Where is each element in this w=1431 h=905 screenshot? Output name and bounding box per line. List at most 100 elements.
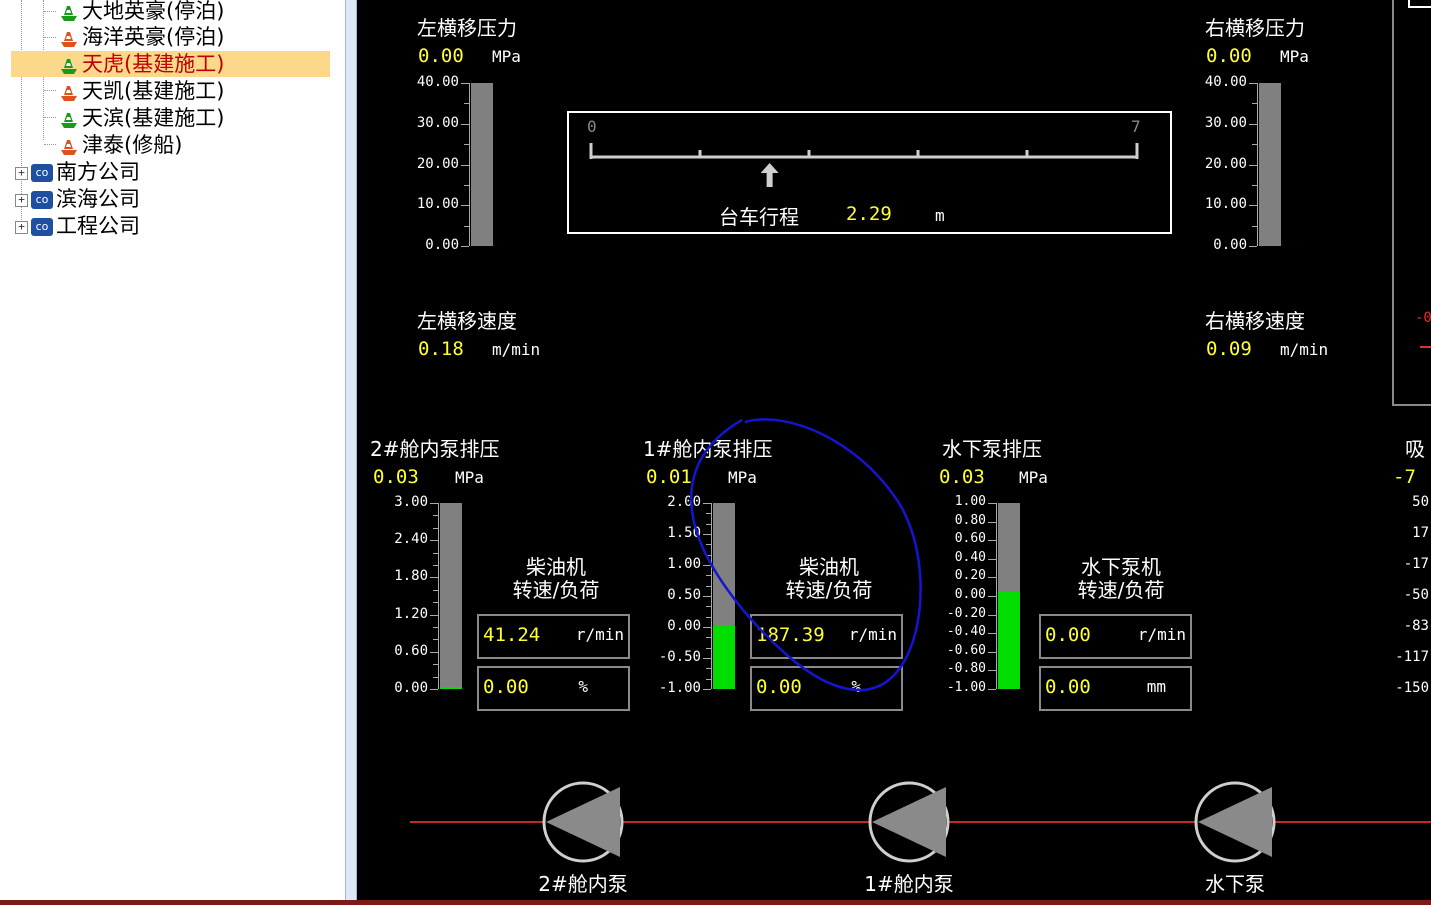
ship-label: 天虎(基建施工) xyxy=(82,52,225,76)
gauge-tick-label: 40.00 xyxy=(1204,74,1247,90)
gauge-bar xyxy=(998,503,1020,689)
gauge-minor-tick xyxy=(433,527,438,529)
suction-label: 吸 xyxy=(1405,437,1425,461)
right-press-value: 0.00 xyxy=(1206,45,1252,67)
gauge-tick-label: 0.00 xyxy=(394,680,428,696)
suction-value: -7 xyxy=(1393,466,1416,488)
gauge-tick-mark xyxy=(988,521,996,523)
gauge-minor-tick xyxy=(433,639,438,641)
gauge-tick-mark xyxy=(1249,83,1257,84)
pump2-engine-title-line1: 柴油机 xyxy=(526,555,586,579)
company-label: 滨海公司 xyxy=(56,187,140,211)
gauge-minor-tick xyxy=(706,606,711,608)
gauge-tick-mark xyxy=(430,614,438,616)
gauge-tick-label: 1.00 xyxy=(954,494,986,509)
gauge-tick-mark xyxy=(461,123,469,125)
tree-item-ship[interactable]: 津泰(修船) xyxy=(58,132,182,158)
gauge-tick-label: 1.50 xyxy=(667,525,701,541)
gauge-minor-tick xyxy=(706,585,711,587)
gauge-axis xyxy=(711,503,712,689)
gauge-minor-tick xyxy=(706,513,711,515)
gauge-minor-tick xyxy=(706,616,711,618)
uw-load-unit: mm xyxy=(1146,677,1166,696)
travel-max-label: 7 xyxy=(1131,117,1141,136)
pump1-name: 1#舱内泵 xyxy=(864,872,954,896)
pump1-speed-box: 187.39 r/min xyxy=(750,614,903,659)
pump1-engine-title-line2: 转速/负荷 xyxy=(785,578,873,602)
gauge-minor-tick xyxy=(706,554,711,556)
gauge-tick-label: 2.40 xyxy=(394,531,428,548)
tree-item-ship-selected[interactable]: 天虎(基建施工) xyxy=(11,51,330,77)
gauge-tick-mark xyxy=(988,577,996,579)
pump1-load-value: 0.00 xyxy=(756,676,802,698)
uw-engine-title-line2: 转速/负荷 xyxy=(1077,578,1165,602)
tree-item-ship[interactable]: 大地英豪(停泊) xyxy=(58,0,224,24)
tree-item-company[interactable]: + co 滨海公司 xyxy=(15,186,140,212)
gauge-tick-label: 2.00 xyxy=(667,494,701,510)
pump1-load-box: 0.00 % xyxy=(750,666,903,711)
expand-icon[interactable]: + xyxy=(15,166,28,180)
gauge-tick-label: 0.80 xyxy=(954,512,986,528)
suction-tick-label: -150 xyxy=(1395,680,1429,696)
gauge-bar-fill xyxy=(1259,244,1281,246)
gauge-tick-label: 40.00 xyxy=(416,74,459,90)
pump2-engine-title: 柴油机 转速/负荷 xyxy=(497,556,615,602)
pump1-icon[interactable] xyxy=(868,781,950,863)
gauge-tick-label: -0.80 xyxy=(946,661,986,677)
gauge-bar xyxy=(440,503,462,689)
tree-item-ship[interactable]: 天凯(基建施工) xyxy=(58,78,224,104)
gauge-minor-tick xyxy=(706,523,711,525)
gauge-minor-tick xyxy=(433,565,438,566)
gauge-minor-tick xyxy=(706,637,711,639)
uw-pump-press-unit: MPa xyxy=(1019,468,1048,487)
tree-item-company[interactable]: + co 工程公司 xyxy=(15,213,140,239)
uw-pump-name: 水下泵 xyxy=(1205,872,1265,896)
tree-item-ship[interactable]: 海洋英豪(停泊) xyxy=(58,24,224,50)
pump2-icon[interactable] xyxy=(542,781,624,863)
gauge-bar-fill xyxy=(998,592,1020,689)
gauge-tick-mark xyxy=(703,534,711,535)
expand-icon[interactable]: + xyxy=(15,220,28,234)
ship-icon xyxy=(61,140,77,155)
uw-load-box: 0.00 mm xyxy=(1039,666,1192,711)
gauge-minor-tick xyxy=(433,664,438,666)
pump1-engine-title-line1: 柴油机 xyxy=(799,555,859,579)
gauge-minor-tick xyxy=(706,575,711,577)
travel-panel: 0 7 台车行程 2.29 m xyxy=(567,111,1172,234)
expand-icon[interactable]: + xyxy=(15,193,28,207)
tree-connector xyxy=(44,90,56,91)
gauge-tick-label: 30.00 xyxy=(1204,114,1247,131)
gauge-minor-tick xyxy=(464,103,469,105)
gauge-tick-mark xyxy=(1249,205,1257,207)
uw-pump-icon[interactable] xyxy=(1194,781,1276,863)
suction-tick-label: -117 xyxy=(1395,649,1429,665)
uw-speed-value: 0.00 xyxy=(1045,624,1091,646)
gauge-bar xyxy=(713,503,735,689)
pump2-name: 2#舱内泵 xyxy=(538,872,628,896)
gauge-bar-fill xyxy=(471,244,493,246)
company-label: 南方公司 xyxy=(56,160,140,184)
pump1-engine-title: 柴油机 转速/负荷 xyxy=(770,556,888,602)
travel-min-label: 0 xyxy=(587,117,597,136)
gauge-tick-label: 0.40 xyxy=(954,549,986,565)
gauge-tick-mark xyxy=(703,627,711,628)
right-press-label: 右横移压力 xyxy=(1205,16,1305,40)
gauge-tick-mark xyxy=(703,658,711,659)
panel-splitter[interactable] xyxy=(345,0,357,905)
gauge-tick-label: 1.20 xyxy=(394,605,428,622)
gauge-tick-mark xyxy=(988,633,996,635)
gauge-tick-label: -1.00 xyxy=(658,680,701,696)
gauge-tick-mark xyxy=(461,164,469,166)
gauge-minor-tick xyxy=(433,515,438,517)
right-speed-value: 0.09 xyxy=(1206,338,1252,360)
gauge-tick-mark xyxy=(1249,246,1257,247)
right-speed-label: 右横移速度 xyxy=(1205,309,1305,333)
suction-tick-label: -83 xyxy=(1403,618,1429,634)
pump2-press-gauge: 3.00 2.40 1.80 1.20 0.60 0.00 xyxy=(365,494,465,696)
pump2-speed-value: 41.24 xyxy=(483,624,541,646)
gauge-tick-mark xyxy=(430,577,438,579)
gauge-bar xyxy=(1259,83,1281,246)
tree-item-ship[interactable]: 天滨(基建施工) xyxy=(58,105,224,131)
scada-monitor-panel: 左横移压力 0.00 MPa 40.00 30.00 20.00 10.00 0.00 … xyxy=(357,0,1431,905)
tree-item-company[interactable]: + co 南方公司 xyxy=(15,159,140,185)
